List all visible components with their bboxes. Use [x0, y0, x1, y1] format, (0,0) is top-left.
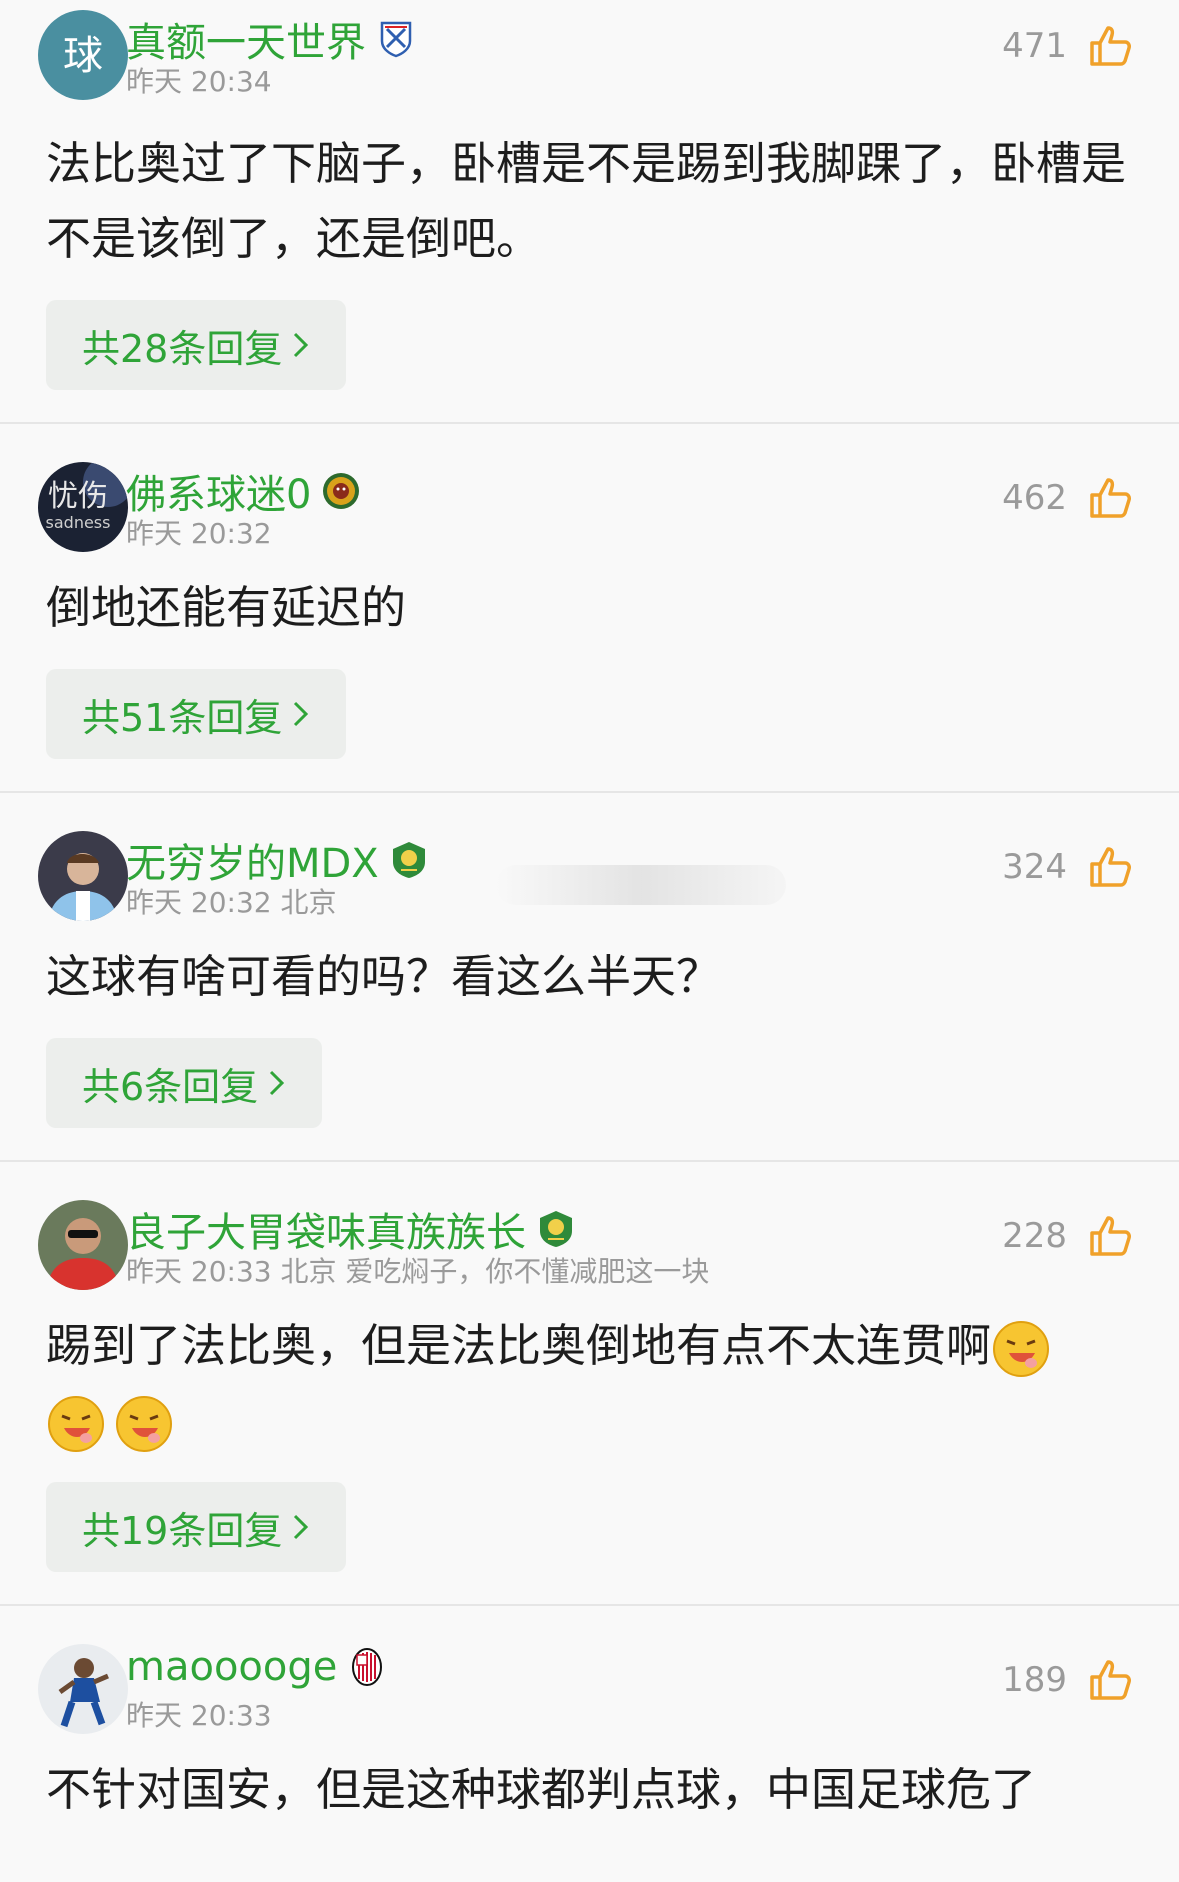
thumbs-up-icon	[1090, 1216, 1131, 1256]
post-time: 昨天 20:33	[126, 1699, 272, 1732]
comment-text-body: 踢到了法比奥，但是法比奥倒地有点不太连贯啊	[46, 1319, 992, 1372]
replies-label: 共19条回复	[82, 1508, 283, 1553]
avatar-sublabel: sadness	[46, 513, 111, 532]
view-replies-button[interactable]: 共51条回复	[46, 669, 347, 759]
replies-label: 共28条回复	[82, 326, 283, 371]
comment-item: 良子大胃袋味真族族长 昨天 20:33 北京 爱吃焖子，你不懂减肥这一块 228…	[0, 1162, 1179, 1606]
avatar-label: 球	[63, 33, 103, 79]
comment-list: 球 真额一天世界 昨天 20:34 471 法比奥过了下脑子，卧槽是不是踢到我脚…	[0, 0, 1179, 1859]
drooling-face-emoji-icon	[48, 1396, 104, 1452]
like-count: 324	[1002, 847, 1067, 887]
avatar-label: 忧伤	[48, 479, 108, 514]
like-button[interactable]: 324	[1002, 845, 1133, 889]
post-time: 昨天 20:32	[126, 517, 272, 550]
thumbs-up-icon	[1090, 1660, 1131, 1700]
like-count: 471	[1002, 26, 1067, 66]
comment-item: 球 真额一天世界 昨天 20:34 471 法比奥过了下脑子，卧槽是不是踢到我脚…	[0, 0, 1179, 424]
comment-item: 忧伤 sadness 佛系球迷0 昨天 20:32 462 倒地还能有延迟的 共…	[0, 424, 1179, 793]
comment-text: 不针对国安，但是这种球都判点球，中国足球危了	[46, 1763, 1037, 1816]
club-badge-icon	[380, 21, 412, 58]
comment-text: 踢到了法比奥，但是法比奥倒地有点不太连贯啊	[46, 1308, 1133, 1458]
like-count: 228	[1002, 1216, 1067, 1256]
drooling-face-emoji-icon	[116, 1396, 172, 1452]
replies-label: 共51条回复	[82, 695, 283, 740]
comment-text: 倒地还能有延迟的	[46, 581, 407, 634]
ac-milan-badge-icon	[352, 1648, 383, 1686]
view-replies-button[interactable]: 共6条回复	[46, 1038, 323, 1128]
chevron-right-icon	[270, 1070, 285, 1096]
guoan-badge-icon	[540, 1211, 572, 1247]
like-button[interactable]: 471	[1002, 24, 1133, 68]
chevron-right-icon	[294, 701, 309, 727]
view-replies-button[interactable]: 共28条回复	[46, 300, 347, 390]
like-button[interactable]: 462	[1002, 476, 1133, 520]
thumbs-up-icon	[1090, 26, 1131, 66]
chevron-right-icon	[294, 1514, 309, 1540]
avatar[interactable]	[38, 1644, 128, 1734]
like-count: 462	[1002, 478, 1067, 518]
avatar[interactable]	[38, 1200, 128, 1290]
view-replies-button[interactable]: 共19条回复	[46, 1482, 347, 1572]
blurred-signature	[496, 865, 786, 905]
avatar[interactable]: 球	[38, 10, 128, 100]
comment-item: maooooge 昨天 20:33 189 不针对国安，但是这种球都判点球，中国…	[0, 1606, 1179, 1859]
lion-badge-icon	[323, 473, 360, 509]
avatar[interactable]	[38, 831, 128, 921]
replies-label: 共6条回复	[82, 1064, 259, 1109]
username[interactable]: maooooge	[126, 1644, 337, 1690]
post-time: 昨天 20:32 北京	[126, 886, 337, 919]
like-button[interactable]: 189	[1002, 1658, 1133, 1702]
comment-text: 这球有啥可看的吗？看这么半天？	[46, 950, 722, 1003]
like-button[interactable]: 228	[1002, 1214, 1133, 1258]
comment-item: 无穷岁的MDX 昨天 20:32 北京 324 这球有啥可看的吗？看这么半天？ …	[0, 793, 1179, 1162]
like-count: 189	[1002, 1660, 1067, 1700]
drooling-face-emoji-icon	[993, 1321, 1050, 1377]
avatar[interactable]: 忧伤 sadness	[38, 462, 128, 552]
comment-text: 法比奥过了下脑子，卧槽是不是踢到我脚踝了，卧槽是不是该倒了，还是倒吧。	[46, 137, 1127, 265]
guoan-badge-icon	[392, 842, 425, 878]
chevron-right-icon	[294, 332, 309, 358]
post-time: 昨天 20:33 北京 爱吃焖子，你不懂减肥这一块	[126, 1255, 710, 1288]
thumbs-up-icon	[1090, 478, 1131, 518]
thumbs-up-icon	[1090, 847, 1131, 887]
post-time: 昨天 20:34	[126, 65, 272, 98]
